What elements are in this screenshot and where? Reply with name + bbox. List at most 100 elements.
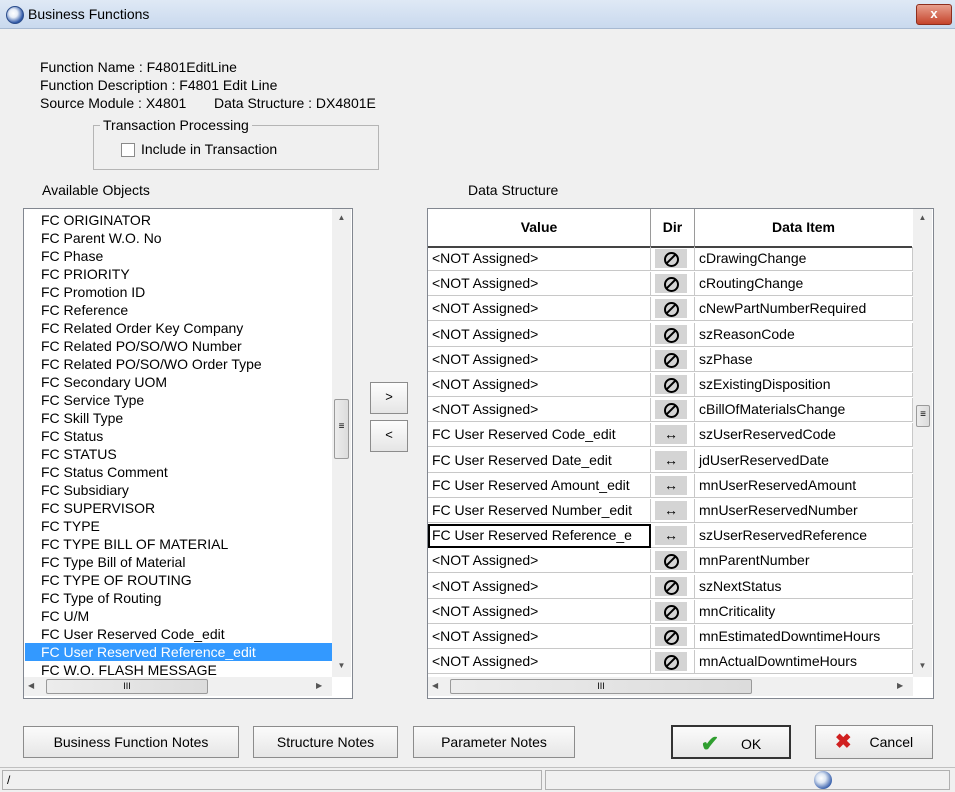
dir-cell[interactable]: ↔ [651,448,695,473]
no-direction-icon[interactable] [655,249,687,268]
value-cell[interactable]: <NOT Assigned> [428,650,651,675]
dir-cell[interactable] [651,272,695,297]
list-vertical-scrollbar[interactable]: ▲ ≡ ▼ [332,209,351,677]
list-scroll-thumb[interactable]: ≡ [334,399,349,459]
value-cell[interactable]: <NOT Assigned> [428,297,651,322]
value-cell[interactable]: <NOT Assigned> [428,347,651,372]
dir-cell[interactable] [651,574,695,599]
no-direction-icon[interactable] [655,576,687,596]
dir-cell[interactable]: ↔ [651,423,695,448]
dir-cell[interactable]: ↔ [651,473,695,498]
grid-scroll-right-arrow-icon[interactable]: ▶ [897,681,903,690]
scroll-left-arrow-icon[interactable]: ◀ [28,681,34,690]
list-item[interactable]: FC Service Type [25,391,346,409]
no-direction-icon[interactable] [655,375,687,394]
grid-hscroll-thumb[interactable]: III [450,679,752,694]
data-structure-grid[interactable]: Value Dir Data Item <NOT Assigned> cDrawi… [427,208,934,699]
bidirectional-arrow-icon[interactable]: ↔ [655,526,687,546]
scroll-up-arrow-icon[interactable]: ▲ [332,213,351,222]
no-direction-icon[interactable] [655,324,687,344]
grid-scroll-down-arrow-icon[interactable]: ▼ [913,661,932,670]
dir-cell[interactable] [651,322,695,347]
list-item[interactable]: FC Related PO/SO/WO Order Type [25,355,346,373]
value-cell[interactable]: <NOT Assigned> [428,574,651,599]
grid-scroll-up-arrow-icon[interactable]: ▲ [913,213,932,222]
list-item[interactable]: FC Status Comment [25,463,346,481]
no-direction-icon[interactable] [655,652,687,672]
value-cell[interactable]: FC User Reserved Number_edit [428,499,651,523]
list-item[interactable]: FC Reference [25,301,346,319]
value-cell[interactable]: <NOT Assigned> [428,398,651,423]
value-column-header[interactable]: Value [428,209,651,248]
list-item[interactable]: FC STATUS [25,445,346,463]
cancel-button[interactable]: ✖ Cancel [815,725,933,759]
value-cell[interactable]: <NOT Assigned> [428,322,651,347]
list-item[interactable]: FC PRIORITY [25,265,346,283]
value-cell[interactable]: <NOT Assigned> [428,373,651,397]
value-cell[interactable]: FC User Reserved Amount_edit [428,473,651,498]
list-item[interactable]: FC TYPE BILL OF MATERIAL [25,535,346,553]
dir-cell[interactable] [651,373,695,397]
grid-scroll-thumb[interactable]: ≡ [916,405,930,427]
value-cell[interactable]: <NOT Assigned> [428,625,651,649]
dir-column-header[interactable]: Dir [651,209,695,248]
dir-cell[interactable] [651,247,695,271]
parameter-notes-button[interactable]: Parameter Notes [413,726,575,758]
list-item[interactable]: FC Parent W.O. No [25,229,346,247]
grid-horizontal-scrollbar[interactable]: ◀ III ▶ [428,677,913,696]
remove-from-structure-button[interactable]: < [370,420,408,452]
no-direction-icon[interactable] [655,627,687,646]
list-item[interactable]: FC Subsidiary [25,481,346,499]
close-button[interactable]: x [916,4,952,25]
value-cell[interactable]: FC User Reserved Code_edit [428,423,651,448]
list-item[interactable]: FC SUPERVISOR [25,499,346,517]
available-objects-list[interactable]: FC ORIGINATOR FC Parent W.O. No FC Phase FC… [23,208,353,699]
bidirectional-arrow-icon[interactable]: ↔ [655,501,687,520]
list-item[interactable]: FC Skill Type [25,409,346,427]
dir-cell[interactable] [651,650,695,675]
list-item[interactable]: FC ORIGINATOR [25,211,346,229]
value-cell[interactable]: <NOT Assigned> [428,549,651,574]
scroll-right-arrow-icon[interactable]: ▶ [316,681,322,690]
ok-button[interactable]: ✔ OK [671,725,791,759]
list-item[interactable]: FC User Reserved Reference_edit [25,643,346,661]
include-in-transaction-checkbox[interactable] [121,143,135,157]
bidirectional-arrow-icon[interactable]: ↔ [655,425,687,445]
no-direction-icon[interactable] [655,299,687,319]
no-direction-icon[interactable] [655,274,687,294]
list-item[interactable]: FC Promotion ID [25,283,346,301]
bidirectional-arrow-icon[interactable]: ↔ [655,450,687,470]
business-function-notes-button[interactable]: Business Function Notes [23,726,239,758]
grid-scroll-left-arrow-icon[interactable]: ◀ [432,681,438,690]
list-item[interactable]: FC Related Order Key Company [25,319,346,337]
list-item[interactable]: FC Related PO/SO/WO Number [25,337,346,355]
add-to-structure-button[interactable]: > [370,382,408,414]
list-item[interactable]: FC U/M [25,607,346,625]
value-cell[interactable]: FC User Reserved Date_edit [428,448,651,473]
data-item-column-header[interactable]: Data Item [695,209,912,248]
value-cell[interactable]: <NOT Assigned> [428,599,651,624]
scroll-down-arrow-icon[interactable]: ▼ [332,661,351,670]
dir-cell[interactable] [651,549,695,574]
dir-cell[interactable] [651,625,695,649]
list-item[interactable]: FC Type Bill of Material [25,553,346,571]
list-hscroll-thumb[interactable]: III [46,679,208,694]
no-direction-icon[interactable] [655,601,687,621]
list-horizontal-scrollbar[interactable]: ◀ III ▶ [24,677,332,696]
list-item[interactable]: FC Type of Routing [25,589,346,607]
dir-cell[interactable]: ↔ [651,524,695,549]
dir-cell[interactable] [651,599,695,624]
list-item[interactable]: FC Phase [25,247,346,265]
bidirectional-arrow-icon[interactable]: ↔ [655,475,687,495]
dir-cell[interactable] [651,398,695,423]
value-cell[interactable]: <NOT Assigned> [428,272,651,297]
dir-cell[interactable] [651,297,695,322]
structure-notes-button[interactable]: Structure Notes [253,726,398,758]
list-item[interactable]: FC Secondary UOM [25,373,346,391]
list-item[interactable]: FC User Reserved Code_edit [25,625,346,643]
no-direction-icon[interactable] [655,400,687,420]
value-cell[interactable]: <NOT Assigned> [428,247,651,271]
list-item[interactable]: FC TYPE OF ROUTING [25,571,346,589]
grid-vertical-scrollbar[interactable]: ▲ ≡ ▼ [913,209,932,677]
dir-cell[interactable]: ↔ [651,499,695,523]
